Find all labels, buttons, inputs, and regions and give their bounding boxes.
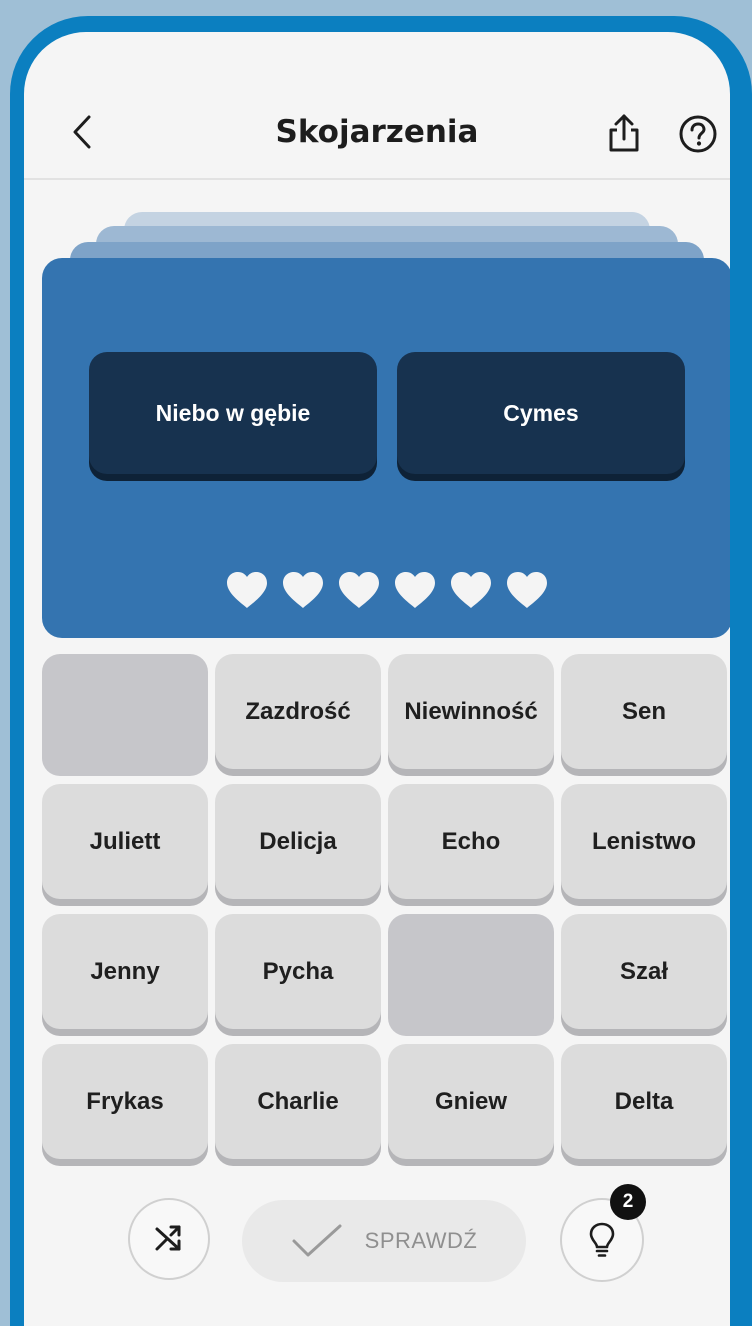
word-tile[interactable]: Delta [561,1044,727,1159]
app-screen: Skojarzenia Niebo w gębie Cymes Zazdrość… [24,32,730,1326]
word-tile[interactable]: Delicja [215,784,381,899]
category-tile: Cymes [397,352,685,474]
shuffle-icon [155,1225,181,1251]
lightbulb-icon [589,1222,615,1257]
word-tile[interactable]: Echo [388,784,554,899]
empty-tile-slot [42,654,208,776]
help-circle-icon [679,115,717,153]
hint-count-badge: 2 [610,1184,646,1220]
heart-icon [283,572,323,608]
word-tile[interactable]: Frykas [42,1044,208,1159]
heart-icon [395,572,435,608]
category-tile: Niebo w gębie [89,352,377,474]
check-button-label: SPRAWDŹ [364,1228,478,1253]
word-tile[interactable]: Jenny [42,914,208,1029]
heart-icon [339,572,379,608]
word-tile[interactable]: Szał [561,914,727,1029]
help-button[interactable] [676,112,720,156]
solved-categories-board: Niebo w gębie Cymes [42,258,730,638]
word-tile[interactable]: Zazdrość [215,654,381,769]
header: Skojarzenia [24,32,730,180]
word-tile[interactable]: Gniew [388,1044,554,1159]
word-tile[interactable]: Pycha [215,914,381,1029]
word-tile[interactable]: Niewinność [388,654,554,769]
word-grid: Zazdrość Niewinność Sen Juliett Delicja Echo L… [42,654,730,1166]
word-tile[interactable]: Sen [561,654,727,769]
checkmark-icon [292,1224,342,1257]
lives-indicator [42,570,730,610]
heart-icon [507,572,547,608]
word-tile[interactable]: Juliett [42,784,208,899]
word-tile[interactable]: Lenistwo [561,784,727,899]
share-icon [609,114,639,152]
share-button[interactable] [602,110,646,156]
shuffle-button[interactable] [128,1198,210,1280]
empty-tile-slot [388,914,554,1036]
heart-icon [227,572,267,608]
word-tile[interactable]: Charlie [215,1044,381,1159]
check-button[interactable]: SPRAWDŹ [242,1200,526,1282]
heart-icon [451,572,491,608]
